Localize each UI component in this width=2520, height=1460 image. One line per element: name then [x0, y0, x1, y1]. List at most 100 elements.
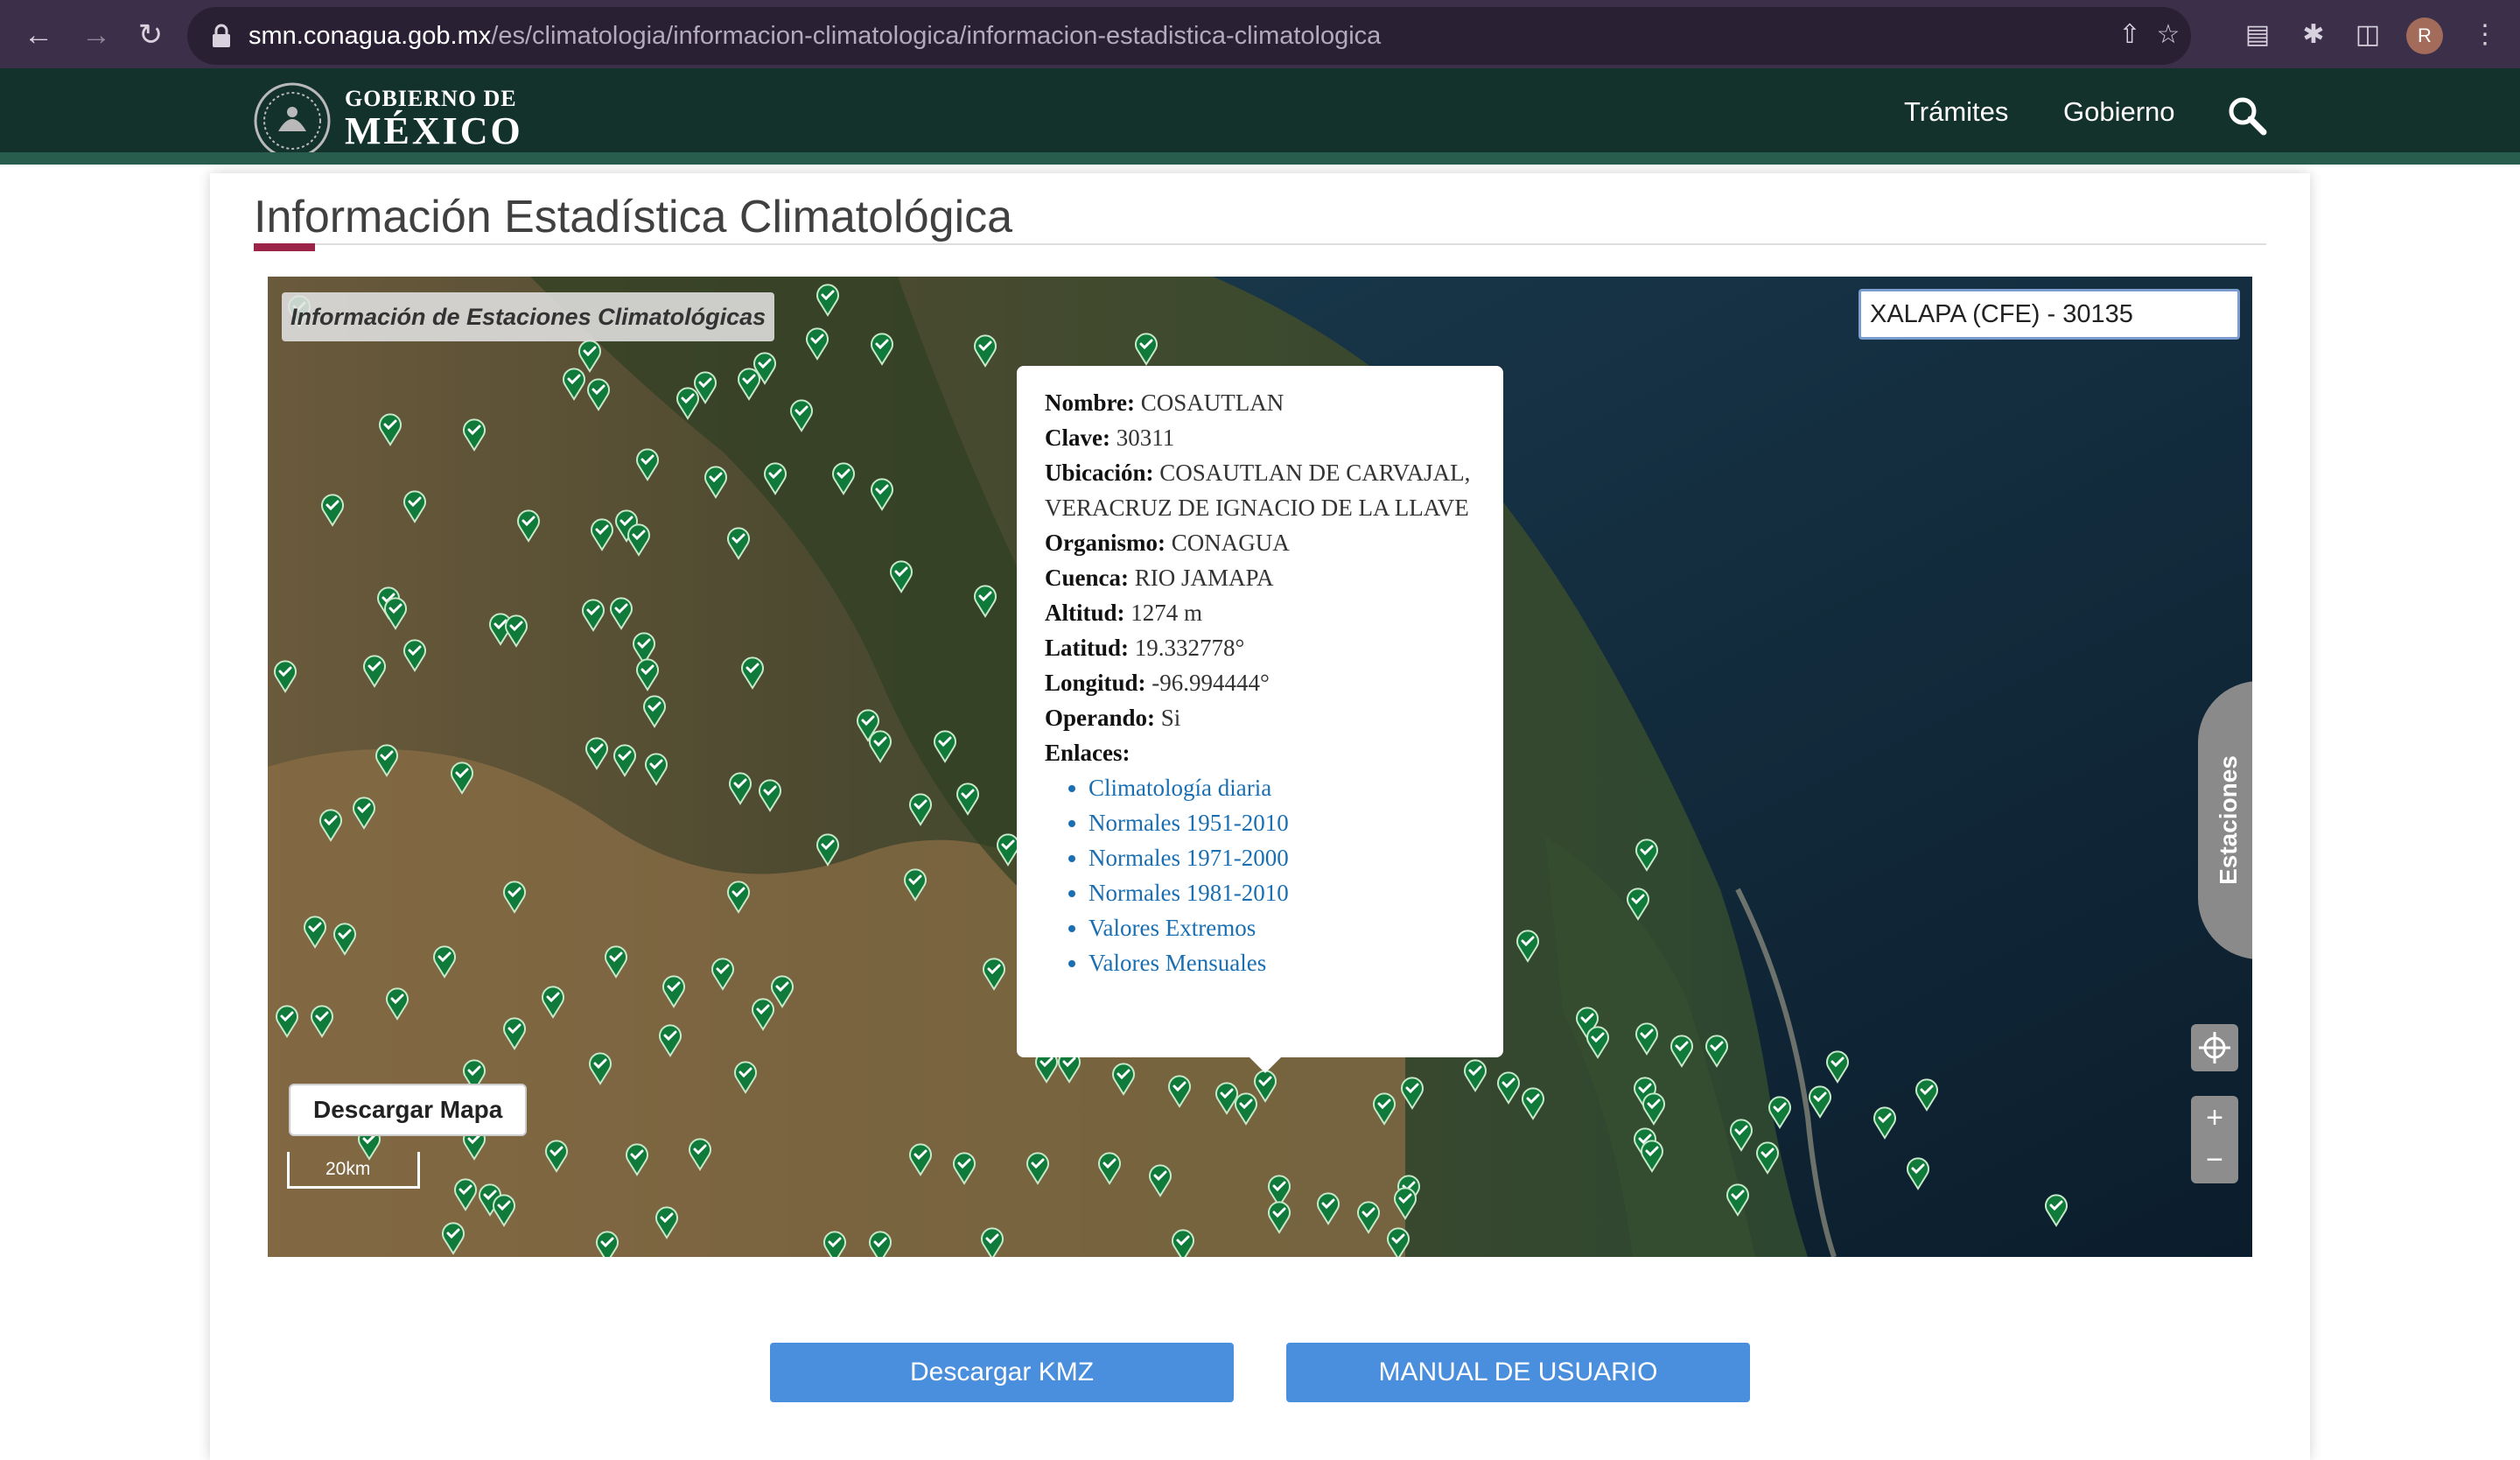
station-marker-icon[interactable]	[806, 327, 829, 361]
station-marker-icon[interactable]	[613, 744, 636, 777]
popup-link[interactable]: Normales 1971-2000	[1088, 840, 1475, 875]
popup-link[interactable]: Valores Extremos	[1088, 910, 1475, 945]
station-marker-icon[interactable]	[711, 958, 734, 991]
station-marker-icon[interactable]	[655, 1206, 678, 1239]
station-marker-icon[interactable]	[1670, 1035, 1693, 1068]
station-marker-icon[interactable]	[363, 655, 386, 688]
station-marker-icon[interactable]	[1464, 1059, 1487, 1092]
download-map-button[interactable]: Descargar Mapa	[289, 1084, 528, 1136]
station-marker-icon[interactable]	[433, 945, 456, 979]
station-marker-icon[interactable]	[1756, 1141, 1779, 1175]
station-marker-icon[interactable]	[1497, 1071, 1520, 1105]
popup-link[interactable]: Normales 1951-2010	[1088, 805, 1475, 840]
reader-mode-icon[interactable]: ▤	[2240, 18, 2275, 53]
user-manual-button[interactable]: MANUAL DE USUARIO	[1286, 1343, 1750, 1402]
popup-link-text[interactable]: Normales 1981-2010	[1088, 880, 1289, 906]
station-marker-icon[interactable]	[741, 656, 764, 690]
reload-icon[interactable]: ↻	[131, 16, 170, 54]
popup-link[interactable]: Normales 1981-2010	[1088, 875, 1475, 910]
station-marker-icon[interactable]	[1586, 1026, 1609, 1059]
station-marker-icon[interactable]	[1627, 888, 1649, 921]
station-marker-icon[interactable]	[585, 737, 608, 770]
station-marker-icon[interactable]	[1642, 1092, 1665, 1126]
station-marker-icon[interactable]	[704, 466, 727, 499]
station-marker-icon[interactable]	[727, 881, 750, 914]
station-marker-icon[interactable]	[1516, 930, 1539, 963]
station-marker-icon[interactable]	[956, 783, 979, 816]
station-marker-icon[interactable]	[1357, 1201, 1380, 1234]
download-kmz-button[interactable]: Descargar KMZ	[770, 1343, 1234, 1402]
station-marker-icon[interactable]	[1726, 1183, 1749, 1217]
station-marker-icon[interactable]	[503, 881, 526, 914]
station-marker-icon[interactable]	[1098, 1152, 1121, 1185]
station-marker-icon[interactable]	[375, 744, 398, 777]
station-marker-icon[interactable]	[662, 975, 685, 1008]
zoom-in-button[interactable]: +	[2191, 1096, 2238, 1140]
station-marker-icon[interactable]	[953, 1152, 976, 1185]
station-marker-icon[interactable]	[627, 523, 650, 557]
station-marker-icon[interactable]	[752, 998, 774, 1031]
station-marker-icon[interactable]	[1915, 1078, 1938, 1112]
address-bar[interactable]: smn.conagua.gob.mx/es/climatologia/infor…	[187, 7, 2191, 65]
station-marker-icon[interactable]	[816, 284, 839, 317]
station-marker-icon[interactable]	[974, 585, 997, 618]
station-marker-icon[interactable]	[790, 399, 813, 432]
station-marker-icon[interactable]	[517, 509, 540, 543]
popup-link-text[interactable]: Normales 1951-2010	[1088, 810, 1289, 836]
station-marker-icon[interactable]	[645, 753, 668, 786]
station-marker-icon[interactable]	[871, 478, 893, 511]
station-marker-icon[interactable]	[1172, 1229, 1194, 1257]
station-marker-icon[interactable]	[442, 1222, 465, 1255]
station-marker-icon[interactable]	[589, 1052, 612, 1085]
station-marker-icon[interactable]	[823, 1231, 846, 1257]
station-marker-icon[interactable]	[2045, 1194, 2068, 1227]
station-marker-icon[interactable]	[311, 1005, 333, 1038]
station-marker-icon[interactable]	[384, 597, 407, 630]
nav-tramites[interactable]: Trámites	[1904, 96, 2008, 128]
station-marker-icon[interactable]	[816, 833, 839, 867]
zoom-out-button[interactable]: −	[2191, 1140, 2238, 1183]
station-marker-icon[interactable]	[1730, 1119, 1753, 1152]
station-marker-icon[interactable]	[659, 1024, 682, 1057]
station-marker-icon[interactable]	[379, 413, 402, 446]
share-icon[interactable]: ⇧	[2112, 18, 2147, 53]
station-marker-icon[interactable]	[909, 793, 932, 826]
station-marker-icon[interactable]	[1387, 1227, 1410, 1257]
station-marker-icon[interactable]	[727, 527, 750, 560]
station-marker-icon[interactable]	[463, 418, 486, 452]
coat-of-arms-icon[interactable]	[252, 81, 332, 161]
bookmark-star-icon[interactable]: ☆	[2151, 18, 2186, 53]
search-icon[interactable]	[2226, 95, 2268, 137]
station-marker-icon[interactable]	[276, 1005, 298, 1038]
station-marker-icon[interactable]	[909, 1143, 932, 1176]
popup-link-text[interactable]: Valores Extremos	[1088, 915, 1256, 941]
station-marker-icon[interactable]	[605, 945, 627, 979]
station-marker-icon[interactable]	[934, 730, 956, 763]
station-marker-icon[interactable]	[1149, 1164, 1172, 1197]
station-marker-icon[interactable]	[1826, 1050, 1849, 1084]
station-marker-icon[interactable]	[1235, 1092, 1257, 1126]
station-marker-icon[interactable]	[974, 334, 997, 368]
station-marker-icon[interactable]	[274, 660, 297, 693]
station-marker-icon[interactable]	[545, 1140, 568, 1173]
station-marker-icon[interactable]	[1522, 1087, 1544, 1120]
station-marker-icon[interactable]	[403, 490, 426, 523]
station-marker-icon[interactable]	[983, 958, 1005, 991]
station-marker-icon[interactable]	[832, 462, 855, 495]
station-marker-icon[interactable]	[1026, 1152, 1049, 1185]
station-marker-icon[interactable]	[542, 986, 564, 1019]
station-marker-icon[interactable]	[582, 599, 605, 632]
station-marker-icon[interactable]	[1641, 1140, 1663, 1173]
station-marker-icon[interactable]	[1907, 1157, 1929, 1190]
station-marker-icon[interactable]	[734, 1061, 757, 1094]
station-marker-icon[interactable]	[890, 560, 913, 593]
station-marker-icon[interactable]	[626, 1143, 648, 1176]
nav-gobierno[interactable]: Gobierno	[2063, 96, 2175, 128]
station-marker-icon[interactable]	[563, 368, 585, 401]
station-marker-icon[interactable]	[869, 1231, 892, 1257]
station-marker-icon[interactable]	[1268, 1201, 1291, 1234]
profile-avatar[interactable]: R	[2406, 18, 2443, 54]
station-marker-icon[interactable]	[1215, 1082, 1238, 1115]
station-marker-icon[interactable]	[493, 1194, 515, 1227]
popup-link[interactable]: Climatología diaria	[1088, 770, 1475, 805]
